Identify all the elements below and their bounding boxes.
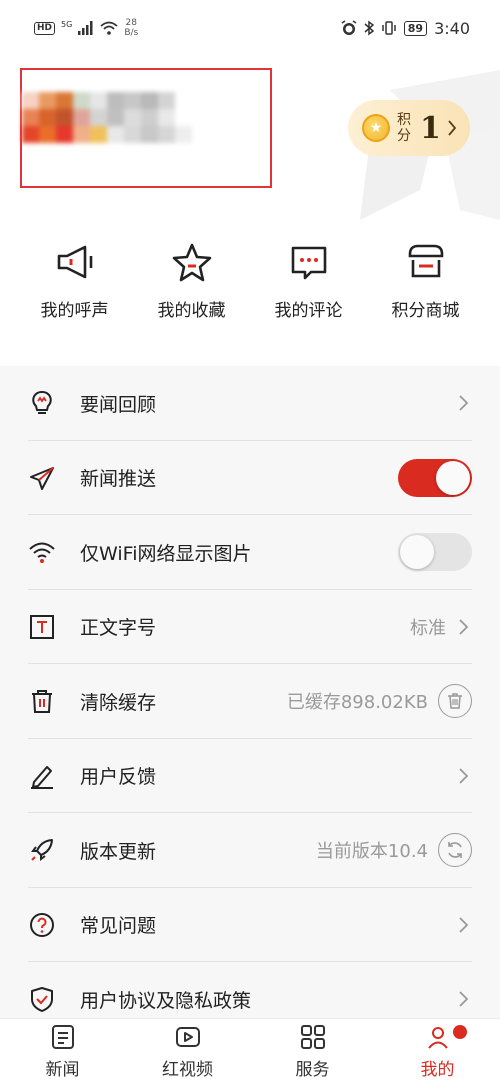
settings-list: 要闻回顾 新闻推送 仅WiFi网络显示图片 正文字号 标准 清除缓存 已缓存89… xyxy=(0,366,500,1018)
nav-services[interactable]: 服务 xyxy=(250,1019,375,1084)
store-icon xyxy=(408,244,443,278)
row-wifi-images: 仅WiFi网络显示图片 xyxy=(0,515,500,590)
row-font-size[interactable]: 正文字号 标准 xyxy=(0,590,500,665)
quick-label: 积分商城 xyxy=(391,301,460,321)
chevron-right-icon xyxy=(459,768,469,784)
comment-icon xyxy=(291,246,326,280)
row-key-news-review[interactable]: 要闻回顾 xyxy=(0,366,500,441)
net-speed: 28 B/s xyxy=(124,18,138,38)
blurred-user-name xyxy=(22,92,209,143)
vibrate-icon xyxy=(382,21,396,35)
nav-red-video[interactable]: 红视频 xyxy=(125,1019,250,1084)
notification-dot xyxy=(453,1025,467,1039)
nav-label: 服务 xyxy=(295,1060,330,1080)
rocket-icon xyxy=(28,836,56,864)
row-label: 要闻回顾 xyxy=(80,393,157,416)
points-value: 1 xyxy=(420,110,441,146)
row-label: 用户协议及隐私政策 xyxy=(80,989,252,1012)
battery-level: 89 xyxy=(403,20,428,36)
profile-icon xyxy=(427,1027,448,1049)
nav-label: 红视频 xyxy=(162,1060,213,1080)
status-left: HD 5G 28 B/s xyxy=(34,18,138,38)
nav-label: 新闻 xyxy=(45,1060,80,1080)
user-info-box[interactable] xyxy=(20,68,272,188)
chevron-right-icon xyxy=(459,619,469,635)
paper-plane-icon xyxy=(28,464,56,492)
row-feedback[interactable]: 用户反馈 xyxy=(0,739,500,814)
quick-my-voice[interactable]: 我的呼声 xyxy=(20,240,130,336)
trash-icon xyxy=(28,687,56,715)
row-faq[interactable]: 常见问题 xyxy=(0,888,500,963)
text-size-icon xyxy=(28,613,56,641)
coin-icon: ★ xyxy=(362,114,390,142)
quick-my-comments[interactable]: 我的评论 xyxy=(254,240,364,336)
net-speed-value: 28 xyxy=(125,18,137,28)
news-push-toggle[interactable] xyxy=(398,458,472,497)
bottom-nav: 新闻 红视频 服务 我的 xyxy=(0,1018,500,1084)
video-icon xyxy=(175,1027,200,1047)
chevron-right-icon xyxy=(459,917,469,933)
profile-header: ★ 积 分 1 我的呼声 我的收藏 我的评论 积分商城 xyxy=(0,56,500,356)
row-label: 版本更新 xyxy=(80,840,157,863)
wifi-images-toggle[interactable] xyxy=(398,533,472,572)
nav-label: 我的 xyxy=(420,1060,455,1080)
chevron-right-icon xyxy=(459,395,469,411)
quick-label: 我的收藏 xyxy=(157,301,226,321)
signal-icon xyxy=(78,21,93,35)
grid-icon xyxy=(300,1025,325,1049)
chevron-right-icon xyxy=(459,991,469,1007)
quick-label: 我的呼声 xyxy=(40,301,109,321)
row-news-push: 新闻推送 xyxy=(0,441,500,516)
row-label: 清除缓存 xyxy=(80,691,157,714)
status-bar: HD 5G 28 B/s 89 3:40 xyxy=(0,0,500,56)
wifi-icon xyxy=(28,538,56,566)
clear-cache-button[interactable] xyxy=(438,684,472,719)
quick-actions: 我的呼声 我的收藏 我的评论 积分商城 xyxy=(0,240,500,336)
star-icon xyxy=(172,243,211,282)
quick-my-favorites[interactable]: 我的收藏 xyxy=(137,240,247,336)
alarm-icon xyxy=(341,20,357,35)
font-size-value: 标准 xyxy=(410,617,446,639)
points-label: 积 分 xyxy=(397,112,411,144)
row-label: 仅WiFi网络显示图片 xyxy=(80,542,252,565)
net-speed-unit: B/s xyxy=(124,28,139,38)
pencil-icon xyxy=(28,762,56,790)
bluetooth-icon xyxy=(364,20,374,36)
row-update[interactable]: 版本更新 当前版本10.4 xyxy=(0,813,500,888)
nav-mine[interactable]: 我的 xyxy=(375,1019,500,1084)
points-pill[interactable]: ★ 积 分 1 xyxy=(348,100,470,156)
hd-badge: HD xyxy=(34,21,56,35)
chevron-right-icon xyxy=(448,120,457,136)
news-icon xyxy=(51,1025,74,1049)
refresh-icon xyxy=(448,842,462,859)
status-right: 89 3:40 xyxy=(341,19,470,38)
network-type: 5G xyxy=(61,19,73,29)
cache-size-value: 已缓存898.02KB xyxy=(286,692,428,714)
row-label: 常见问题 xyxy=(80,915,157,938)
shield-icon xyxy=(28,985,56,1013)
lightbulb-icon xyxy=(28,389,56,417)
row-privacy[interactable]: 用户协议及隐私政策 xyxy=(0,962,500,1018)
question-icon xyxy=(28,911,56,939)
wifi-status-icon xyxy=(100,21,118,35)
row-clear-cache[interactable]: 清除缓存 已缓存898.02KB xyxy=(0,664,500,739)
clock: 3:40 xyxy=(434,18,470,38)
row-label: 新闻推送 xyxy=(80,468,157,491)
row-label: 正文字号 xyxy=(80,617,157,640)
check-update-button[interactable] xyxy=(438,833,472,868)
trash-icon xyxy=(448,693,462,709)
megaphone-icon xyxy=(57,245,92,279)
nav-news[interactable]: 新闻 xyxy=(0,1019,125,1084)
quick-points-mall[interactable]: 积分商城 xyxy=(371,240,481,336)
version-value: 当前版本10.4 xyxy=(315,841,428,863)
quick-label: 我的评论 xyxy=(274,301,343,321)
row-label: 用户反馈 xyxy=(80,766,157,789)
